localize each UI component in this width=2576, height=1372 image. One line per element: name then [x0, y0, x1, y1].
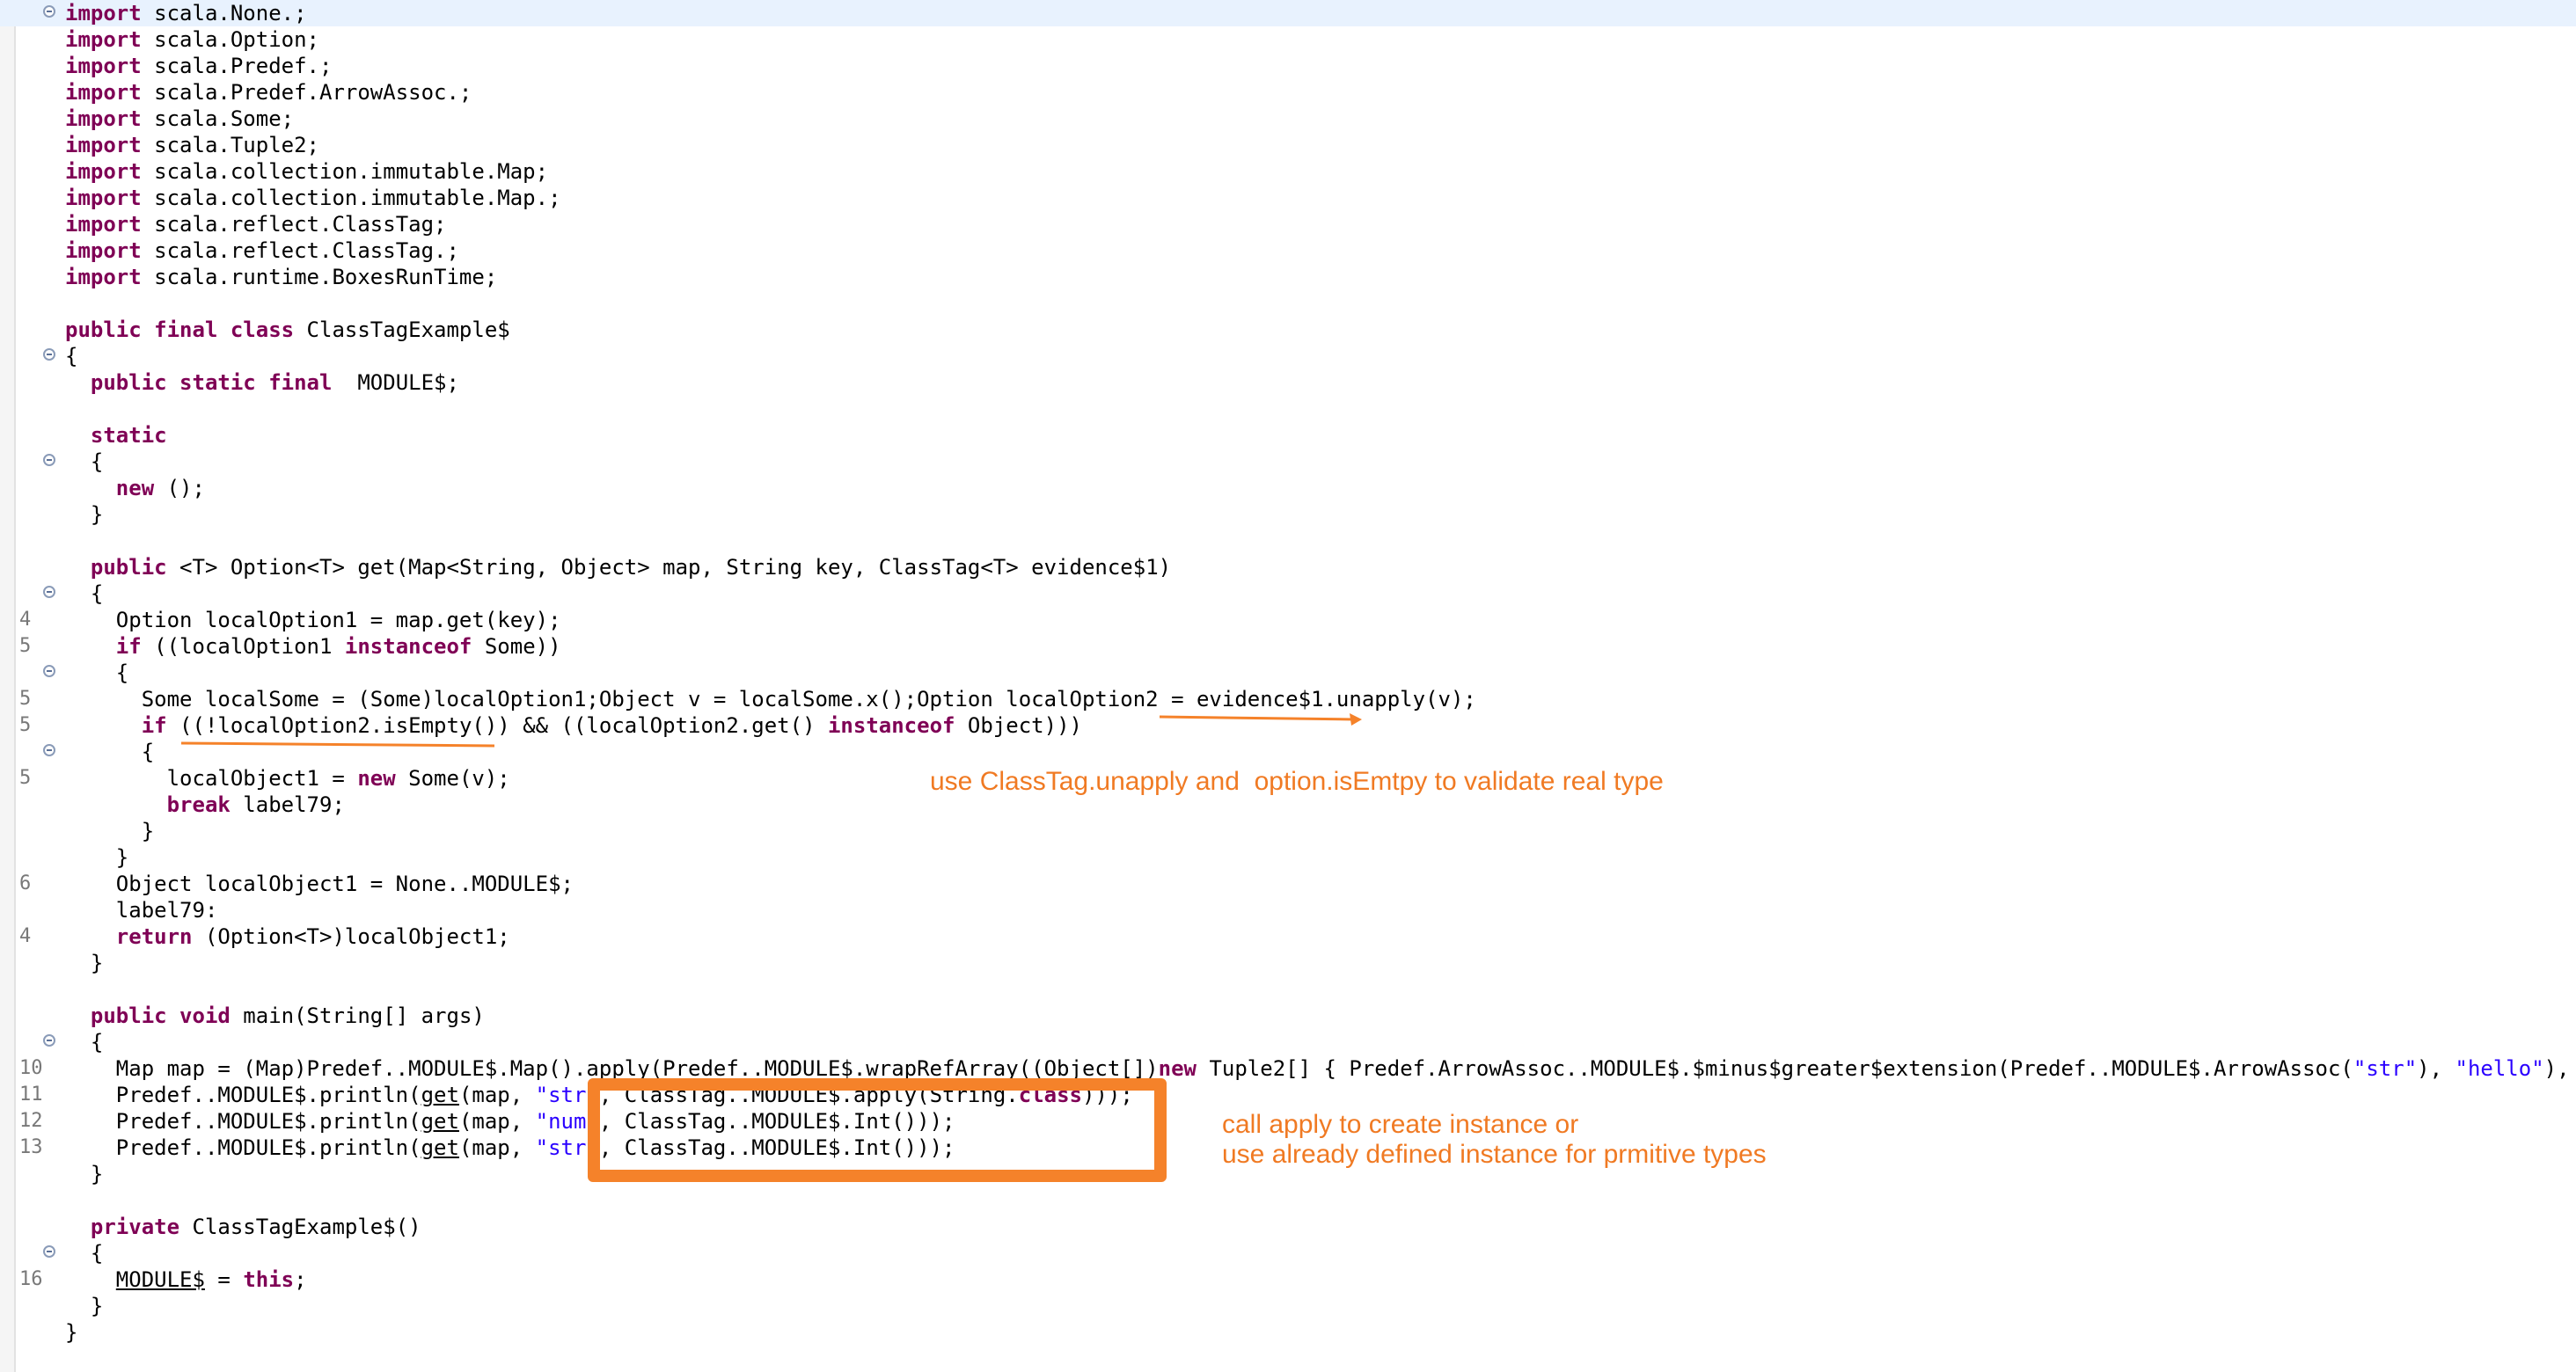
annotation-arrow-head [1350, 713, 1362, 726]
annotation-underline-unapply [1159, 715, 1356, 721]
classtag-highlight-box [588, 1078, 1167, 1182]
annotation-underline-isempty [180, 741, 495, 748]
annotation-apply-line1: call apply to create instance or [1222, 1110, 1579, 1139]
annotation-classtag-unapply: use ClassTag.unapply and option.isEmtpy … [930, 767, 1664, 796]
annotation-apply-line2: use already defined instance for prmitiv… [1222, 1140, 1767, 1169]
code-editor[interactable]: import scala.None.; import scala.Option; i… [0, 0, 2576, 1372]
